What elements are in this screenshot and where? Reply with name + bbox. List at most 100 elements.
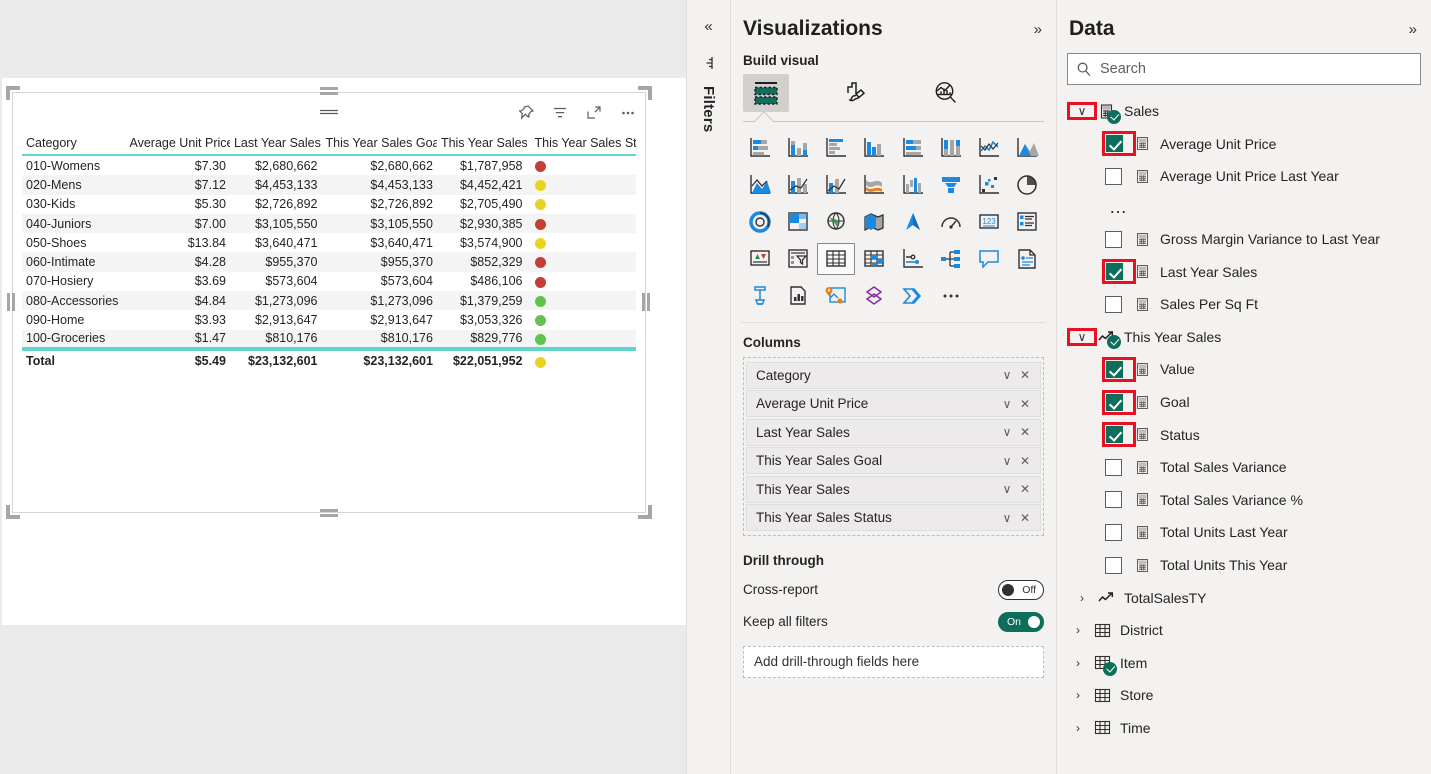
table-row[interactable]: 010-Womens$7.30$2,680,662$2,680,662$1,78… [22, 156, 636, 175]
tree-item-sales-per-sq-ft[interactable]: Sales Per Sq Ft [1057, 288, 1431, 321]
field-pill[interactable]: This Year Sales∨✕ [746, 476, 1041, 503]
table-row[interactable]: 050-Shoes$13.84$3,640,471$3,640,471$3,57… [22, 233, 636, 252]
chevron-right-icon[interactable]: › [1069, 591, 1095, 605]
column-header[interactable]: Last Year Sales [230, 136, 322, 150]
field-checkbox[interactable] [1105, 168, 1122, 185]
tree-item-status[interactable]: Status [1057, 418, 1431, 451]
visualizations-pane[interactable]: Visualizations » Build visual [730, 0, 1056, 774]
expand-chevron-icon[interactable]: » [1034, 21, 1042, 38]
tree-item-average-unit-price-last-year[interactable]: Average Unit Price Last Year [1057, 160, 1431, 193]
column-header[interactable]: Category [22, 136, 125, 150]
collapse-chevron-icon[interactable]: « [704, 18, 712, 35]
visualization-type-gallery[interactable]: 123 [731, 122, 1056, 320]
table-icon[interactable] [817, 243, 855, 275]
clustered-column-chart-icon[interactable] [855, 132, 893, 164]
tree-item-totalsalesty[interactable]: ›TotalSalesTY [1057, 581, 1431, 614]
field-checkbox-wrapper[interactable] [1105, 262, 1133, 281]
column-header[interactable]: Average Unit Price [125, 136, 229, 150]
visual-drag-handle[interactable] [318, 104, 340, 122]
chevron-down-icon[interactable]: ∨ [998, 397, 1016, 411]
field-checkbox[interactable] [1105, 491, 1122, 508]
more-visuals-icon[interactable] [932, 280, 970, 312]
field-checkbox[interactable] [1105, 296, 1122, 313]
map-icon[interactable] [817, 206, 855, 238]
tree-item-sales[interactable]: ∨Sales [1057, 95, 1431, 128]
filters-pane-label[interactable]: Filters [700, 86, 717, 132]
field-checkbox-wrapper[interactable] [1105, 231, 1131, 248]
column-header[interactable]: This Year Sales [437, 136, 527, 150]
tree-item-gross-margin-variance-to-last-year[interactable]: Gross Margin Variance to Last Year [1057, 223, 1431, 256]
visual-header-toolbar[interactable] [516, 100, 638, 126]
clustered-bar-chart-icon[interactable] [817, 132, 855, 164]
tree-item-district[interactable]: ›District [1057, 614, 1431, 647]
show-more-ellipsis[interactable]: … [1057, 193, 1431, 223]
chevron-right-icon[interactable]: › [1065, 688, 1091, 702]
analytics-tab[interactable] [923, 74, 969, 112]
chevron-right-icon[interactable]: › [1065, 623, 1091, 637]
filters-pane-icon[interactable] [701, 55, 717, 76]
tree-item-last-year-sales[interactable]: Last Year Sales [1057, 255, 1431, 288]
multi-row-card-icon[interactable] [1008, 206, 1046, 238]
line-chart-icon[interactable] [970, 132, 1008, 164]
chevron-right-icon[interactable]: › [1065, 721, 1091, 735]
100-stacked-bar-chart-icon[interactable] [894, 132, 932, 164]
column-header[interactable]: This Year Sales Status [527, 136, 636, 150]
azure-map-icon[interactable] [894, 206, 932, 238]
scatter-chart-icon[interactable] [970, 169, 1008, 201]
paginated-report-icon[interactable] [1008, 243, 1046, 275]
chevron-down-icon[interactable]: ∨ [998, 454, 1016, 468]
ribbon-chart-icon[interactable] [855, 169, 893, 201]
field-wells[interactable]: Columns Category∨✕Average Unit Price∨✕La… [731, 335, 1056, 678]
field-checkbox-wrapper[interactable] [1105, 296, 1131, 313]
report-canvas[interactable]: Category Average Unit Price Last Year Sa… [0, 0, 686, 774]
remove-field-icon[interactable]: ✕ [1016, 482, 1034, 496]
field-checkbox-wrapper[interactable] [1105, 425, 1133, 444]
field-checkbox[interactable] [1106, 426, 1123, 443]
fields-tree[interactable]: ∨SalesAverage Unit PriceAverage Unit Pri… [1057, 85, 1431, 744]
table-row[interactable]: 030-Kids$5.30$2,726,892$2,726,892$2,705,… [22, 195, 636, 214]
tree-item-store[interactable]: ›Store [1057, 679, 1431, 712]
chevron-down-icon[interactable]: ∨ [998, 511, 1016, 525]
more-options-icon[interactable] [618, 103, 638, 123]
smart-narrative-icon[interactable] [741, 280, 779, 312]
chevron-right-icon[interactable]: › [1065, 656, 1091, 670]
stacked-area-chart-icon[interactable] [741, 169, 779, 201]
chevron-down-icon[interactable]: ∨ [998, 368, 1016, 382]
field-pill[interactable]: Average Unit Price∨✕ [746, 390, 1041, 417]
chevron-down-icon[interactable]: ∨ [998, 482, 1016, 496]
power-automate-icon[interactable] [894, 280, 932, 312]
table-row[interactable]: 080-Accessories$4.84$1,273,096$1,273,096… [22, 291, 636, 310]
card-icon[interactable]: 123 [970, 206, 1008, 238]
filter-icon[interactable] [550, 103, 570, 123]
table-row[interactable]: 040-Juniors$7.00$3,105,550$3,105,550$2,9… [22, 214, 636, 233]
build-visual-tabs[interactable] [731, 68, 1056, 112]
field-checkbox[interactable] [1105, 524, 1122, 541]
table-row[interactable]: 020-Mens$7.12$4,453,133$4,453,133$4,452,… [22, 175, 636, 194]
table-visual-container[interactable]: Category Average Unit Price Last Year Sa… [12, 92, 646, 513]
field-checkbox-wrapper[interactable] [1105, 360, 1133, 379]
field-checkbox[interactable] [1106, 135, 1123, 152]
field-checkbox-wrapper[interactable] [1105, 168, 1131, 185]
field-checkbox-wrapper[interactable] [1105, 459, 1131, 476]
table-row[interactable]: 060-Intimate$4.28$955,370$955,370$852,32… [22, 252, 636, 271]
line-and-stacked-column-chart-icon[interactable] [779, 169, 817, 201]
matrix-icon[interactable] [855, 243, 893, 275]
line-and-clustered-column-chart-icon[interactable] [817, 169, 855, 201]
stacked-column-chart-icon[interactable] [779, 132, 817, 164]
field-checkbox[interactable] [1105, 231, 1122, 248]
tree-item-item[interactable]: ›Item [1057, 647, 1431, 680]
chevron-down-icon[interactable]: ∨ [998, 425, 1016, 439]
pin-icon[interactable] [516, 103, 536, 123]
key-influencers-icon[interactable] [970, 243, 1008, 275]
filters-pane-collapsed[interactable]: « Filters [686, 0, 730, 774]
field-checkbox-wrapper[interactable] [1105, 524, 1131, 541]
field-checkbox-wrapper[interactable] [1105, 393, 1133, 412]
slicer-icon[interactable] [779, 243, 817, 275]
format-tab[interactable] [833, 74, 879, 112]
stacked-bar-chart-icon[interactable] [741, 132, 779, 164]
table-row[interactable]: 070-Hosiery$3.69$573,604$573,604$486,106 [22, 272, 636, 291]
expand-chevron-icon[interactable]: » [1409, 21, 1417, 38]
field-pill[interactable]: This Year Sales Goal∨✕ [746, 447, 1041, 474]
powerapps-icon[interactable] [855, 280, 893, 312]
resize-handle-bottom-center[interactable] [320, 509, 338, 518]
